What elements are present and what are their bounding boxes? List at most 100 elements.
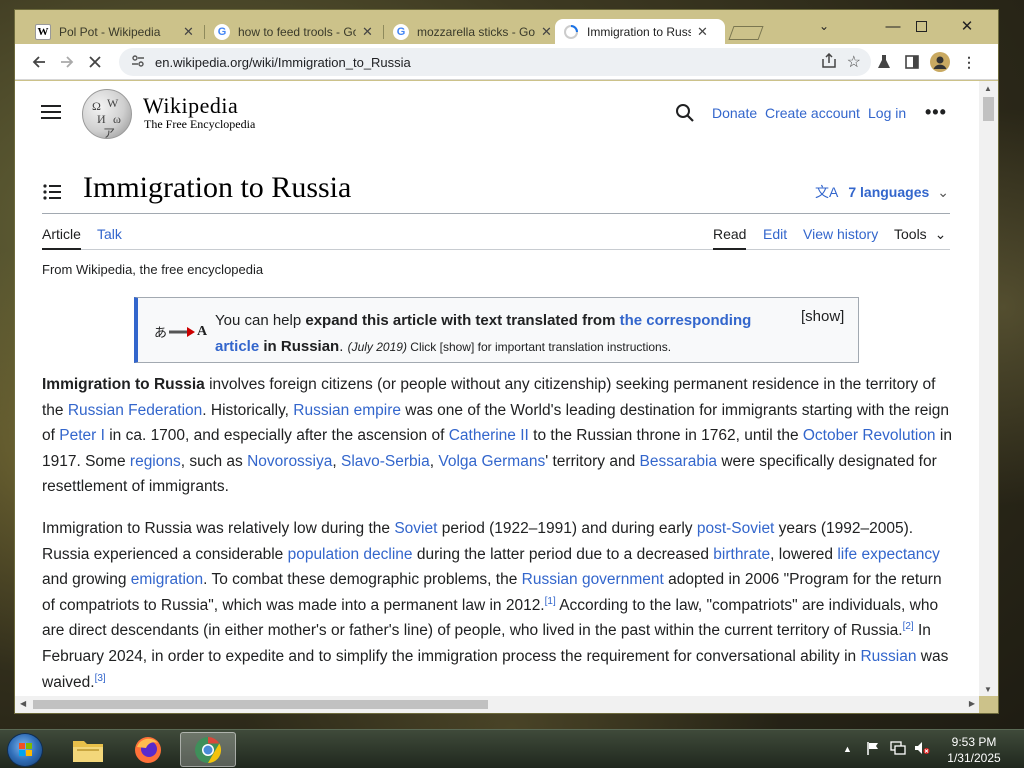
close-tab-icon[interactable]: ✕ [362, 24, 373, 40]
clock-time: 9:53 PM [951, 735, 997, 749]
link-emigration[interactable]: emigration [131, 571, 203, 588]
loading-spinner-icon [563, 24, 579, 40]
horizontal-scroll-thumb[interactable] [33, 700, 488, 709]
browser-toolbar: en.wikipedia.org/wiki/Immigration_to_Rus… [15, 44, 998, 80]
tools-menu[interactable]: Tools ⌄ [894, 226, 946, 243]
close-tab-icon[interactable]: ✕ [183, 24, 194, 40]
tab-how-to-feed-trools[interactable]: G how to feed trools - Google Search ✕ [206, 19, 381, 44]
tab-pol-pot[interactable]: W Pol Pot - Wikipedia ✕ [27, 19, 202, 44]
vertical-scrollbar[interactable]: ▲ ▼ [979, 81, 998, 696]
translate-arrow-icon: あ A [154, 323, 208, 341]
tab-read[interactable]: Read [713, 226, 747, 250]
network-icon[interactable] [890, 741, 906, 758]
tab-mozzarella-sticks[interactable]: G mozzarella sticks - Google Search ✕ [385, 19, 560, 44]
scroll-down-arrow-icon[interactable]: ▼ [984, 685, 992, 694]
close-tab-icon[interactable]: ✕ [697, 24, 708, 40]
action-center-flag-icon[interactable] [866, 741, 880, 758]
wikipedia-wordmark: Wikipedia [143, 93, 239, 118]
link-peter-i[interactable]: Peter I [59, 427, 105, 444]
link-birthrate[interactable]: birthrate [713, 546, 770, 563]
link-volga-germans[interactable]: Volga Germans [438, 453, 545, 470]
notice-lead: You can help [215, 312, 306, 329]
log-in-link[interactable]: Log in [868, 105, 906, 121]
scroll-left-arrow-icon[interactable]: ◀ [20, 699, 26, 708]
citation-2[interactable]: [2] [903, 621, 914, 632]
maximize-button[interactable] [901, 13, 941, 39]
file-explorer-icon[interactable] [60, 732, 116, 767]
translate-icon: 文A [815, 184, 839, 200]
tab-talk[interactable]: Talk [97, 226, 122, 242]
wikipedia-favicon-icon: W [35, 23, 51, 40]
browser-window: W Pol Pot - Wikipedia ✕ G how to feed tr… [14, 9, 999, 714]
wikipedia-globe-logo[interactable]: ΩW Иω ア [82, 89, 132, 140]
show-hidden-icons-arrow[interactable]: ▲ [843, 744, 852, 754]
tab-article[interactable]: Article [42, 226, 81, 250]
google-favicon-icon: G [393, 23, 409, 40]
tab-strip: W Pol Pot - Wikipedia ✕ G how to feed tr… [15, 10, 998, 44]
vertical-scroll-thumb[interactable] [983, 97, 994, 121]
citation-3[interactable]: [3] [95, 672, 106, 683]
tab-separator [204, 25, 205, 39]
site-subtitle: From Wikipedia, the free encyclopedia [42, 262, 264, 277]
scroll-right-arrow-icon[interactable]: ▶ [969, 699, 975, 708]
main-menu-icon[interactable] [41, 105, 61, 119]
profile-avatar-icon[interactable] [928, 50, 952, 74]
link-russian[interactable]: Russian [860, 648, 916, 665]
url-text: en.wikipedia.org/wiki/Immigration_to_Rus… [155, 54, 411, 70]
link-bessarabia[interactable]: Bessarabia [640, 453, 718, 470]
donate-link[interactable]: Donate [712, 105, 757, 121]
notice-bold-lang: in Russian [259, 338, 340, 355]
firefox-icon[interactable] [120, 732, 176, 767]
horizontal-scrollbar[interactable]: ◀ ▶ [15, 696, 979, 713]
web-page: ΩW Иω ア Wikipedia The Free Encyclopedia … [15, 81, 979, 696]
link-life-expectancy[interactable]: life expectancy [837, 546, 940, 563]
table-of-contents-icon[interactable] [43, 184, 61, 200]
link-russian-empire[interactable]: Russian empire [293, 402, 401, 419]
bookmark-star-icon[interactable]: ☆ [847, 52, 861, 72]
tab-immigration-to-russia[interactable]: Immigration to Russia - Wikipedia ✕ [555, 19, 725, 44]
system-clock[interactable]: 9:53 PM 1/31/2025 [934, 734, 1014, 766]
wikipedia-tagline: The Free Encyclopedia [144, 117, 256, 131]
link-slavo-serbia[interactable]: Slavo-Serbia [341, 453, 430, 470]
start-button[interactable] [7, 733, 43, 767]
volume-muted-icon[interactable] [914, 741, 930, 758]
clock-date: 1/31/2025 [947, 751, 1001, 765]
tab-search-chevron-icon[interactable]: ⌄ [804, 13, 844, 39]
close-window-button[interactable]: ✕ [947, 13, 987, 39]
link-russian-federation[interactable]: Russian Federation [68, 402, 202, 419]
side-panel-icon[interactable] [900, 50, 924, 74]
citation-1[interactable]: [1] [545, 596, 556, 607]
link-regions[interactable]: regions [130, 453, 181, 470]
share-icon[interactable] [821, 52, 837, 72]
notice-instructions: Click [show] for important translation i… [406, 340, 672, 354]
link-soviet[interactable]: Soviet [394, 520, 437, 537]
link-catherine-ii[interactable]: Catherine II [449, 427, 529, 444]
link-russian-government[interactable]: Russian government [522, 571, 664, 588]
link-population-decline[interactable]: population decline [288, 546, 413, 563]
address-bar[interactable]: en.wikipedia.org/wiki/Immigration_to_Rus… [119, 48, 871, 76]
translation-notice-box: あ A You can help expand this article wit… [134, 297, 859, 363]
chrome-menu-icon[interactable]: ⋮ [957, 50, 981, 74]
language-selector-button[interactable]: 文A 7 languages ⌄ [815, 182, 949, 202]
back-arrow-icon[interactable] [27, 50, 51, 74]
stop-loading-icon[interactable] [83, 50, 107, 74]
tab-title: Pol Pot - Wikipedia [59, 24, 161, 39]
search-icon[interactable] [675, 103, 695, 123]
new-tab-button[interactable] [728, 26, 764, 40]
close-tab-icon[interactable]: ✕ [541, 24, 552, 40]
scroll-up-arrow-icon[interactable]: ▲ [984, 84, 992, 93]
tab-view-history[interactable]: View history [803, 226, 878, 242]
article-paragraph-1: Immigration to Russia involves foreign c… [42, 376, 952, 496]
extensions-flask-icon[interactable] [872, 50, 896, 74]
site-info-icon[interactable] [131, 54, 145, 71]
tab-edit[interactable]: Edit [763, 226, 787, 242]
more-options-icon[interactable]: ••• [925, 102, 947, 123]
windows-taskbar: ▲ 9:53 PM 1/31/2025 [0, 729, 1024, 768]
show-toggle-button[interactable]: [show] [801, 308, 844, 325]
create-account-link[interactable]: Create account [765, 105, 860, 121]
link-october-revolution[interactable]: October Revolution [803, 427, 936, 444]
forward-arrow-icon[interactable] [55, 50, 79, 74]
chrome-taskbar-icon[interactable] [180, 732, 236, 767]
link-novorossiya[interactable]: Novorossiya [247, 453, 332, 470]
link-post-soviet[interactable]: post-Soviet [697, 520, 775, 537]
